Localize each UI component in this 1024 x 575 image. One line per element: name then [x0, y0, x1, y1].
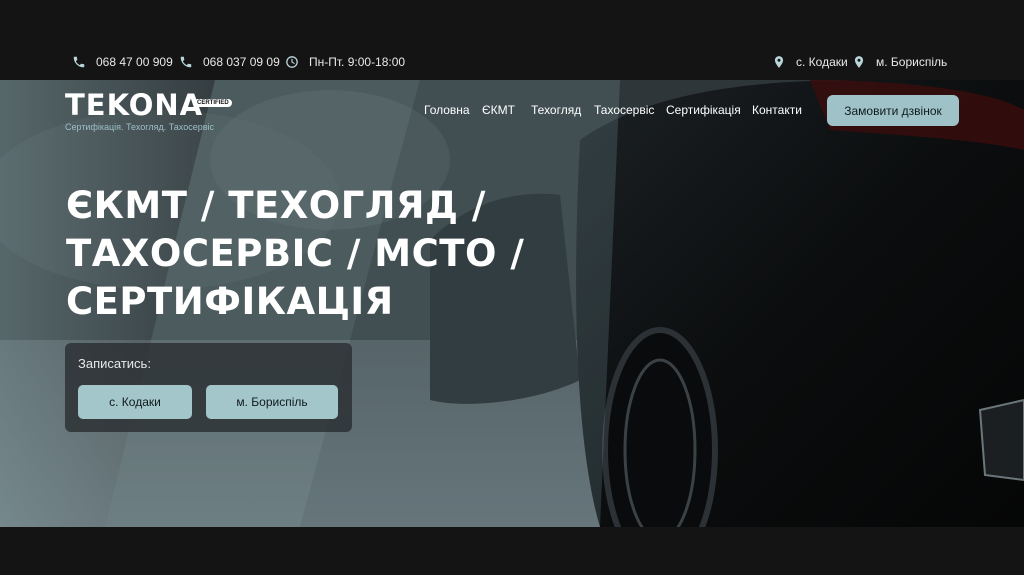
nav-item-certification[interactable]: Сертифікація: [666, 103, 741, 117]
location-pin-icon: [774, 56, 784, 68]
signup-kodaky-button[interactable]: с. Кодаки: [78, 385, 192, 419]
headline-line-1: ЄКМТ / ТЕХОГЛЯД /: [66, 184, 486, 227]
bottom-bar: [0, 527, 1024, 575]
location-text-2[interactable]: м. Бориспіль: [876, 55, 947, 69]
location-boryspil[interactable]: м. Бориспіль: [852, 55, 947, 69]
top-bar: 068 47 00 909 068 037 09 09 Пн-Пт. 9:00-…: [0, 0, 1024, 80]
nav-item-ekmt[interactable]: ЄКМТ: [482, 103, 515, 117]
phone-number-2[interactable]: 068 037 09 09: [203, 55, 280, 69]
headline-line-3: СЕРТИФІКАЦІЯ: [66, 280, 394, 323]
nav-item-tachoservice[interactable]: Тахосервіс: [594, 103, 654, 117]
phone-icon: [73, 56, 85, 68]
nav-item-home[interactable]: Головна: [424, 103, 470, 117]
location-text-1[interactable]: с. Кодаки: [796, 55, 848, 69]
nav-item-inspection[interactable]: Техогляд: [531, 103, 581, 117]
clock-icon: [286, 56, 298, 68]
location-kodaky[interactable]: с. Кодаки: [772, 55, 848, 69]
logo-badge: CERTIFIED: [194, 99, 232, 107]
signup-label: Записатись:: [78, 356, 151, 371]
order-call-button[interactable]: Замовити дзвінок: [827, 95, 959, 126]
hours-text: Пн-Пт. 9:00-18:00: [309, 55, 406, 69]
phone-icon: [180, 56, 192, 68]
headline-line-2: ТАХОСЕРВІС / МСТО /: [66, 232, 525, 275]
signup-boryspil-button[interactable]: м. Бориспіль: [206, 385, 338, 419]
phone-number-1[interactable]: 068 47 00 909: [96, 55, 173, 69]
phone-contact-2[interactable]: 068 037 09 09: [179, 55, 280, 69]
working-hours: Пн-Пт. 9:00-18:00: [285, 55, 405, 69]
phone-contact-1[interactable]: 068 47 00 909: [72, 55, 173, 69]
hero-headline: ЄКМТ / ТЕХОГЛЯД / ТАХОСЕРВІС / МСТО / СЕ…: [66, 182, 626, 326]
location-pin-icon: [854, 56, 864, 68]
nav-item-contacts[interactable]: Контакти: [752, 103, 802, 117]
logo-tagline: Сертифікація. Техогляд. Тахосервіс: [65, 122, 214, 132]
site-logo[interactable]: TEKONA CERTIFIED Сертифікація. Техогляд.…: [65, 88, 232, 132]
logo-name: TEKONA: [65, 88, 204, 122]
signup-panel: Записатись: с. Кодаки м. Бориспіль: [65, 343, 352, 432]
